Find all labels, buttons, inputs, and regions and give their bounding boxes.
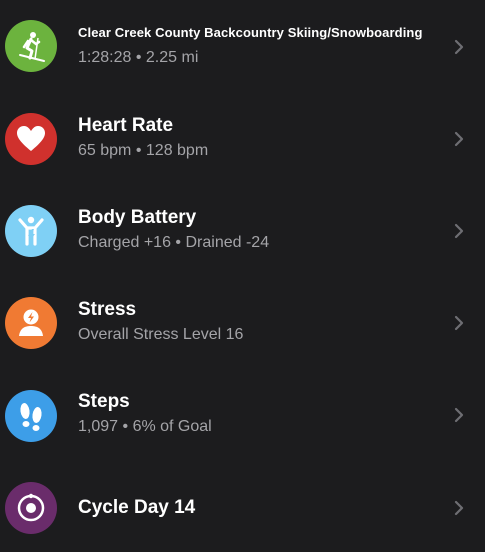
- activity-distance: 2.25 mi: [145, 49, 199, 66]
- chevron-right-icon: [454, 39, 464, 55]
- list-item-heart-rate[interactable]: Heart Rate 65 bpm • 128 bpm: [0, 92, 485, 184]
- body-battery-charged: Charged +16: [78, 234, 171, 251]
- steps-subtitle: 1,097 • 6% of Goal: [78, 418, 212, 436]
- chevron-right-icon: [454, 223, 464, 239]
- list-item-cycle[interactable]: Cycle Day 14: [0, 460, 485, 552]
- stress-subtitle: Overall Stress Level 16: [78, 326, 244, 343]
- activity-title: Clear Creek County Backcountry Skiing/Sn…: [78, 25, 423, 40]
- cycle-icon: [5, 482, 57, 534]
- steps-goal-percent: 6% of Goal: [132, 418, 212, 435]
- list-item-stress[interactable]: Stress Overall Stress Level 16: [0, 276, 485, 368]
- chevron-right-icon: [454, 500, 464, 516]
- list-item-body-battery[interactable]: Body Battery Charged +16 • Drained -24: [0, 184, 485, 276]
- resting-heart-rate: 65 bpm: [78, 142, 132, 159]
- separator-dot: •: [135, 49, 142, 66]
- chevron-right-icon: [454, 131, 464, 147]
- chevron-right-icon: [454, 407, 464, 423]
- body-battery-drained: Drained -24: [185, 234, 270, 251]
- chevron-right-icon: [454, 315, 464, 331]
- skier-icon: [5, 20, 57, 72]
- separator-dot: •: [135, 142, 142, 159]
- heart-rate-title: Heart Rate: [78, 115, 174, 136]
- stress-title: Stress: [78, 299, 137, 320]
- body-battery-icon: [5, 205, 57, 257]
- steps-title: Steps: [78, 391, 130, 412]
- daily-summary-list: Clear Creek County Backcountry Skiing/Sn…: [0, 0, 485, 541]
- cycle-title: Cycle Day 14: [78, 497, 196, 518]
- heart-rate-subtitle: 65 bpm • 128 bpm: [78, 142, 208, 160]
- list-item-activity[interactable]: Clear Creek County Backcountry Skiing/Sn…: [0, 0, 485, 92]
- body-battery-subtitle: Charged +16 • Drained -24: [78, 234, 269, 252]
- heart-icon: [5, 113, 57, 165]
- activity-duration: 1:28:28: [78, 49, 132, 66]
- list-item-steps[interactable]: Steps 1,097 • 6% of Goal: [0, 368, 485, 460]
- stress-icon: [5, 297, 57, 349]
- footprints-icon: [5, 390, 57, 442]
- activity-subtitle: 1:28:28 • 2.25 mi: [78, 49, 198, 67]
- steps-count: 1,097: [78, 418, 119, 435]
- body-battery-title: Body Battery: [78, 207, 197, 228]
- separator-dot: •: [175, 234, 182, 251]
- separator-dot: •: [122, 418, 129, 435]
- max-heart-rate: 128 bpm: [145, 142, 209, 159]
